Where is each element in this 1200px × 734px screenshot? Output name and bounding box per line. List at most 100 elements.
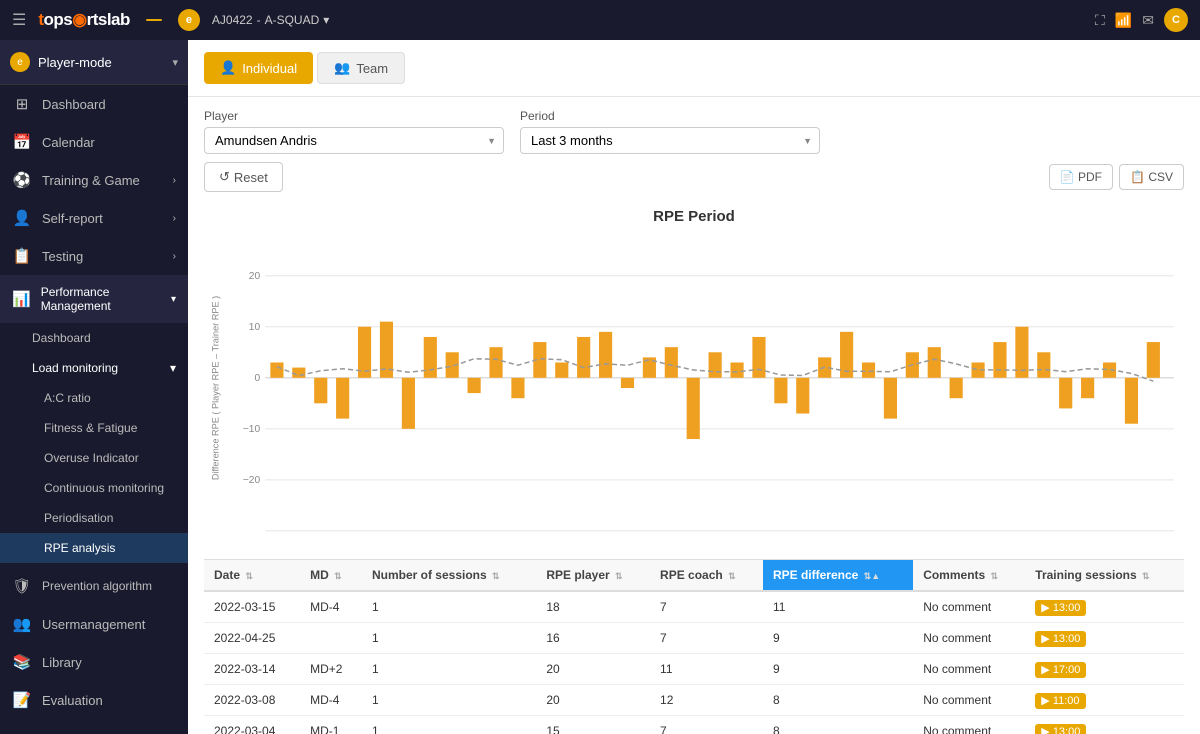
sidebar-item-training-game[interactable]: ⚽ Training & Game › [0,161,188,199]
filters-row: Player Amundsen Andris Period Last 3 mon… [188,97,1200,162]
reset-button[interactable]: ↺ Reset [204,162,283,192]
cell-comments: No comment [913,623,1025,654]
th-rpe-difference[interactable]: RPE difference ⇅▲ [763,560,913,592]
svg-text:0: 0 [254,373,260,384]
continuous-monitoring-label: Continuous monitoring [44,481,164,495]
app-logo: tops◉rtslab [38,10,130,30]
sidebar-item-prevention-algorithm[interactable]: 🛡 Prevention algorithm [0,567,188,605]
main-content: 👤 Individual 👥 Team Player Amundsen Andr… [188,40,1200,734]
rpe-diff-sort-icon: ⇅▲ [864,571,880,581]
tab-individual[interactable]: 👤 Individual [204,52,313,84]
th-date-label: Date [214,568,240,582]
cell-rpe-player: 15 [536,716,650,734]
cell-comments: No comment [913,685,1025,716]
chart-bars [270,322,1160,439]
sidebar-item-evaluation[interactable]: 📝 Evaluation [0,681,188,719]
sidebar-submenu-rpe-analysis[interactable]: RPE analysis [0,533,188,563]
period-select[interactable]: Last 3 months [520,127,820,154]
sidebar-submenu-load-monitoring[interactable]: Load monitoring ▾ [0,353,188,383]
cell-comments: No comment [913,716,1025,734]
th-rpe-difference-label: RPE difference [773,568,858,582]
player-select[interactable]: Amundsen Andris [204,127,504,154]
cell-rpe-coach: 7 [650,591,763,623]
sidebar-item-self-report-label: Self-report [42,211,103,226]
sidebar-item-calendar[interactable]: 📅 Calendar [0,123,188,161]
rpe-chart: Difference RPE ( Player RPE – Trainer RP… [204,233,1184,543]
signal-icon[interactable]: 📶 [1115,12,1132,29]
load-monitoring-label: Load monitoring [32,361,118,375]
th-comments[interactable]: Comments ⇅ [913,560,1025,592]
svg-text:20: 20 [249,271,261,282]
sidebar-item-self-report[interactable]: 👤 Self-report › [0,199,188,237]
performance-icon: 📊 [12,290,31,308]
load-monitoring-chevron-icon: ▾ [170,361,176,375]
sidebar: e Player-mode ▾ ⊞ Dashboard 📅 Calendar ⚽… [0,40,188,734]
cell-training-sessions: ▶ 17:00 [1025,654,1184,685]
th-num-sessions-label: Number of sessions [372,568,487,582]
csv-button[interactable]: 📋 CSV [1119,164,1184,190]
tabs-container: 👤 Individual 👥 Team [204,52,1184,84]
cell-num-sessions: 1 [362,623,536,654]
fullscreen-icon[interactable]: ⛶ [1095,12,1105,29]
th-rpe-player[interactable]: RPE player ⇅ [536,560,650,592]
sidebar-item-performance-management[interactable]: 📊 Performance Management ▾ [0,275,188,323]
sidebar-item-performance-label: Performance Management [41,285,161,313]
player-mode-chevron-icon: ▾ [172,56,178,69]
sidebar-submenu-continuous-monitoring[interactable]: Continuous monitoring [0,473,188,503]
export-buttons: 📄 PDF 📋 CSV [1049,164,1184,190]
svg-text:2022-03-30: 2022-03-30 [808,541,855,543]
sidebar-item-usermanagement[interactable]: 👥 Usermanagement [0,605,188,643]
cell-rpe-difference: 9 [763,623,913,654]
th-comments-label: Comments [923,568,985,582]
cell-date: 2022-03-04 [204,716,300,734]
th-rpe-coach[interactable]: RPE coach ⇅ [650,560,763,592]
cell-md [300,623,362,654]
tab-team[interactable]: 👥 Team [317,52,405,84]
sidebar-submenu-fitness-fatigue[interactable]: Fitness & Fatigue [0,413,188,443]
menu-icon[interactable]: ☰ [12,10,26,30]
mail-icon[interactable]: ✉ [1142,12,1154,29]
training-chevron-icon: › [173,175,176,186]
th-training-sessions[interactable]: Training sessions ⇅ [1025,560,1184,592]
training-badge: ▶ 17:00 [1035,662,1086,678]
sidebar-item-dashboard[interactable]: ⊞ Dashboard [0,85,188,123]
sidebar-item-dashboard-label: Dashboard [42,97,106,112]
th-rpe-coach-label: RPE coach [660,568,723,582]
th-date[interactable]: Date ⇅ [204,560,300,592]
th-md[interactable]: MD ⇅ [300,560,362,592]
player-mode-label: Player-mode [38,55,112,70]
svg-text:−20: −20 [243,475,261,486]
svg-text:2022-02-03: 2022-02-03 [257,541,304,543]
cell-date: 2022-04-25 [204,623,300,654]
cell-rpe-difference: 11 [763,591,913,623]
sidebar-submenu-ac-ratio[interactable]: A:C ratio [0,383,188,413]
table-body: 2022-03-15 MD-4 1 18 7 11 No comment ▶ 1… [204,591,1184,734]
num-sessions-sort-icon: ⇅ [492,571,500,581]
sidebar-item-library[interactable]: 📚 Library [0,643,188,681]
svg-text:2022-03-19: 2022-03-19 [698,541,745,543]
cell-training-sessions: ▶ 13:00 [1025,716,1184,734]
th-num-sessions[interactable]: Number of sessions ⇅ [362,560,536,592]
cell-rpe-coach: 7 [650,623,763,654]
squad-selector[interactable]: AJ0422 - A-SQUAD ▾ [212,13,329,27]
actions-row: ↺ Reset 📄 PDF 📋 CSV [188,162,1200,200]
cell-date: 2022-03-14 [204,654,300,685]
sidebar-submenu-periodisation[interactable]: Periodisation [0,503,188,533]
svg-text:2022-02-25: 2022-02-25 [478,541,525,543]
team-tab-icon: 👥 [334,60,350,76]
sidebar-submenu-pm-dashboard[interactable]: Dashboard [0,323,188,353]
player-mode-selector[interactable]: e Player-mode ▾ [0,40,188,85]
md-sort-icon: ⇅ [334,571,342,581]
sidebar-item-testing[interactable]: 📋 Testing › [0,237,188,275]
sidebar-submenu-overuse-indicator[interactable]: Overuse Indicator [0,443,188,473]
user-avatar[interactable]: C [1164,8,1188,32]
player-mode-left: e Player-mode [10,52,112,72]
table-header-row: Date ⇅ MD ⇅ Number of sessions ⇅ RPE p [204,560,1184,592]
pdf-button[interactable]: 📄 PDF [1049,164,1113,190]
library-label: Library [42,655,82,670]
sidebar-item-training-label: Training & Game [42,173,140,188]
training-badge: ▶ 13:00 [1035,600,1086,616]
table-row: 2022-04-25 1 16 7 9 No comment ▶ 13:00 [204,623,1184,654]
svg-text:10: 10 [249,322,261,333]
svg-text:2022-03-08: 2022-03-08 [588,541,635,543]
